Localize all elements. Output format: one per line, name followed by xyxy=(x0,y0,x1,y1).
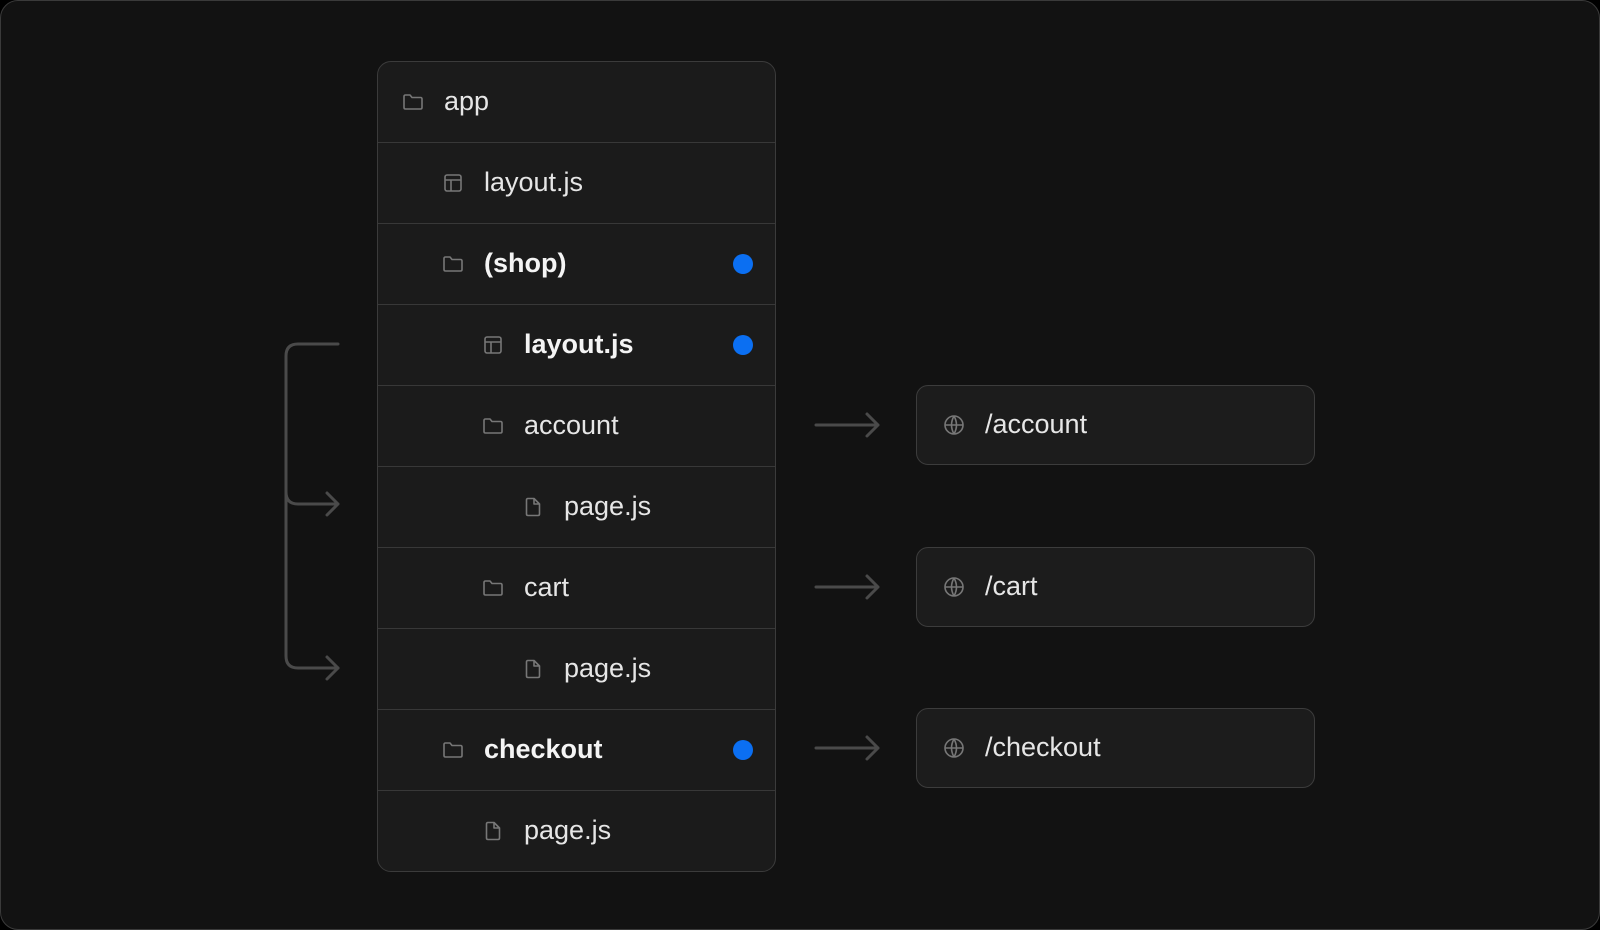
route-label: /account xyxy=(985,408,1088,439)
bracket-arrow-account-page xyxy=(284,490,340,517)
tree-row-label: layout.js xyxy=(524,328,634,359)
tree-row-label: page.js xyxy=(564,652,652,683)
route-cart[interactable]: /cart xyxy=(916,547,1315,627)
bracket-arrow-cart-page xyxy=(325,655,340,681)
tree-row-label: account xyxy=(524,409,619,440)
arrow-cart xyxy=(814,574,880,600)
layout-icon xyxy=(481,333,505,357)
route-label: /cart xyxy=(985,570,1038,601)
layout-icon xyxy=(441,171,465,195)
file-tree-panel: app layout.js (shop) layout.js account p… xyxy=(377,61,776,872)
tree-row-account[interactable]: account xyxy=(378,385,775,466)
file-icon xyxy=(521,495,545,519)
tree-row-label: layout.js xyxy=(484,166,584,197)
tree-row-shop-layout[interactable]: layout.js xyxy=(378,304,775,385)
connectors xyxy=(284,342,880,761)
globe-icon xyxy=(942,413,966,437)
tree-row-cart-page[interactable]: page.js xyxy=(378,628,775,709)
tree-row-label: checkout xyxy=(484,733,603,764)
tree-row-root-layout[interactable]: layout.js xyxy=(378,142,775,223)
tree-row-account-page[interactable]: page.js xyxy=(378,466,775,547)
folder-icon xyxy=(441,252,465,276)
folder-icon xyxy=(441,738,465,762)
highlight-dot xyxy=(733,740,753,760)
folder-icon xyxy=(401,90,425,114)
tree-row-checkout[interactable]: checkout xyxy=(378,709,775,790)
tree-row-label: cart xyxy=(524,571,570,602)
diagram-canvas: app layout.js (shop) layout.js account p… xyxy=(0,0,1600,930)
tree-row-label: (shop) xyxy=(484,247,567,278)
folder-icon xyxy=(481,414,505,438)
arrow-checkout xyxy=(814,735,880,761)
tree-row-label: app xyxy=(444,85,490,116)
tree-row-label: page.js xyxy=(564,490,652,521)
folder-icon xyxy=(481,576,505,600)
layout-bracket xyxy=(284,342,340,670)
tree-row-app[interactable]: app xyxy=(378,62,775,142)
tree-row-checkout-page[interactable]: page.js xyxy=(378,790,775,871)
tree-row-shop-group[interactable]: (shop) xyxy=(378,223,775,304)
file-icon xyxy=(521,657,545,681)
tree-row-cart[interactable]: cart xyxy=(378,547,775,628)
globe-icon xyxy=(942,736,966,760)
route-account[interactable]: /account xyxy=(916,385,1315,465)
arrow-account xyxy=(814,412,880,438)
highlight-dot xyxy=(733,335,753,355)
route-label: /checkout xyxy=(985,731,1101,762)
tree-row-label: page.js xyxy=(524,814,612,845)
file-icon xyxy=(481,819,505,843)
globe-icon xyxy=(942,575,966,599)
route-checkout[interactable]: /checkout xyxy=(916,708,1315,788)
highlight-dot xyxy=(733,254,753,274)
